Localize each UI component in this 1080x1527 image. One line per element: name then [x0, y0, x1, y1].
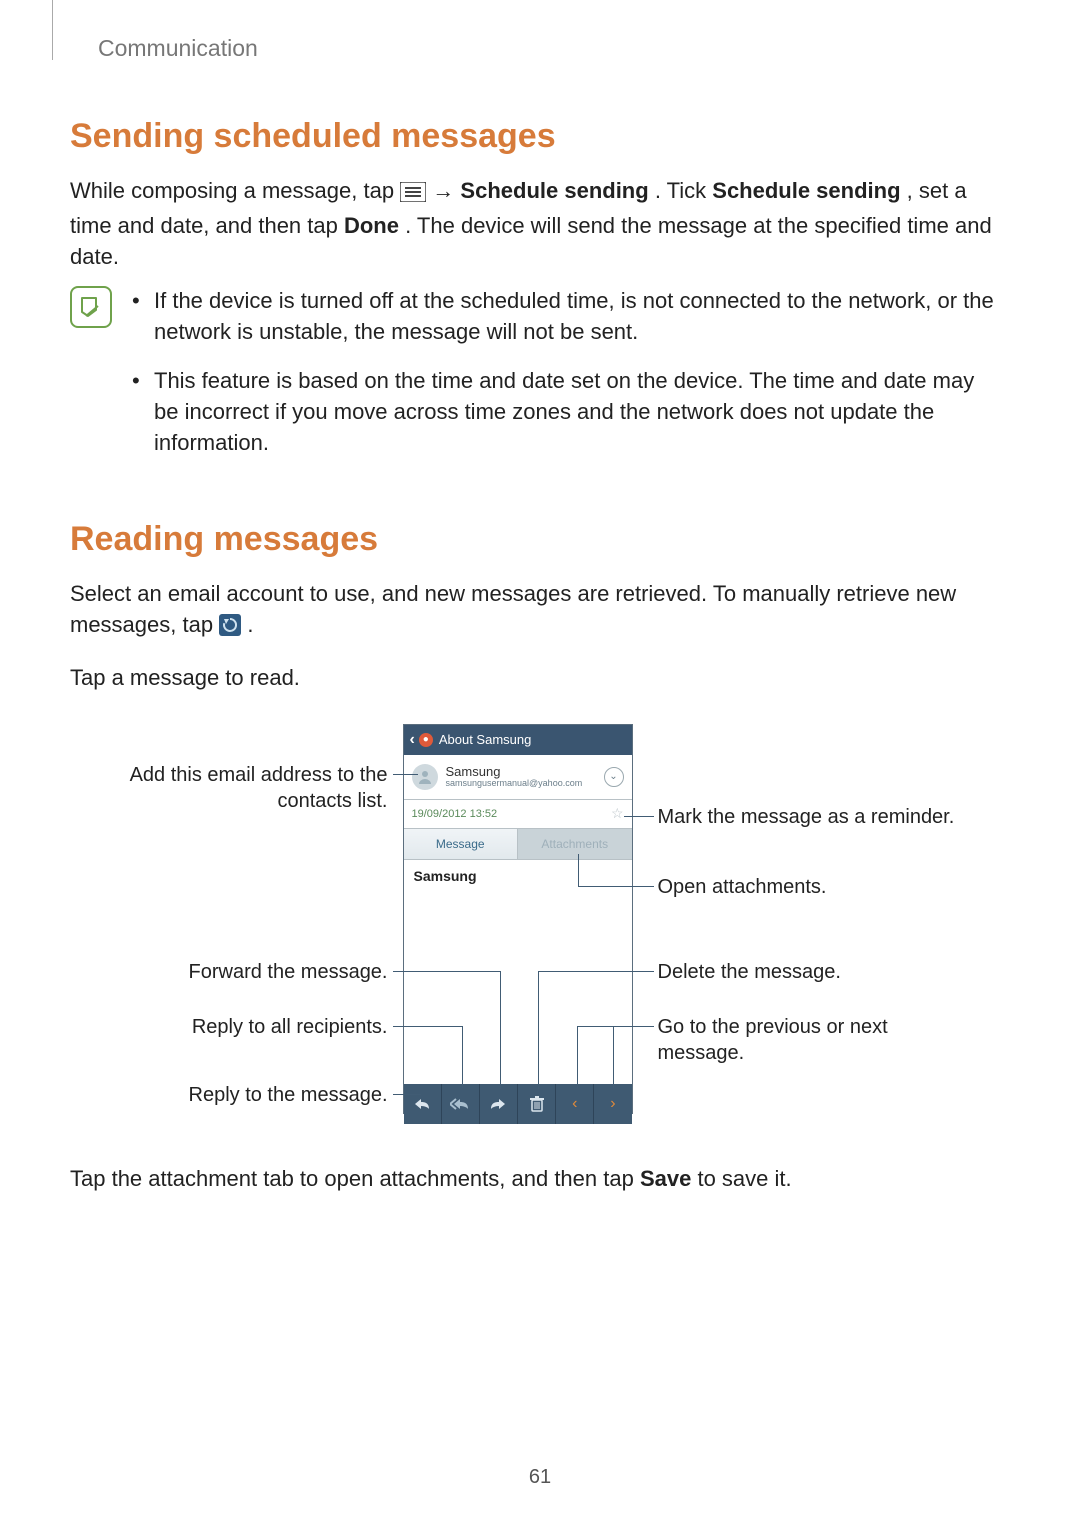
tabs: Message Attachments: [404, 829, 632, 860]
menu-icon: [400, 180, 426, 211]
callout-reply: Reply to the message.: [103, 1082, 388, 1108]
schedule-mid1: . Tick: [655, 178, 712, 203]
reading-paragraph-2: Tap a message to read.: [70, 663, 995, 694]
save-bold: Save: [640, 1166, 691, 1191]
section-label: Communication: [98, 35, 995, 62]
reading-p1-post: .: [247, 612, 253, 637]
header-margin-line: [52, 0, 53, 60]
tab-attachments[interactable]: Attachments: [518, 829, 632, 859]
done-bold: Done: [344, 213, 399, 238]
heading-sending-scheduled: Sending scheduled messages: [70, 117, 995, 156]
note-icon: [70, 286, 112, 328]
reply-all-button[interactable]: [441, 1084, 479, 1124]
star-icon[interactable]: ☆: [611, 805, 624, 822]
message-subject: Samsung: [414, 868, 477, 884]
note-item-1: If the device is turned off at the sched…: [132, 286, 995, 348]
attachment-paragraph: Tap the attachment tab to open attachmen…: [70, 1164, 995, 1195]
schedule-sending-bold2: Schedule sending: [712, 178, 900, 203]
reply-button[interactable]: [404, 1084, 441, 1124]
callout-open-attachments: Open attachments.: [658, 874, 918, 900]
app-logo-icon: ●: [419, 733, 433, 747]
arrow-text: →: [432, 178, 460, 203]
avatar-icon: [412, 764, 438, 790]
callout-reply-all: Reply to all recipients.: [103, 1014, 388, 1040]
reading-paragraph-1: Select an email account to use, and new …: [70, 579, 995, 645]
forward-button[interactable]: [479, 1084, 517, 1124]
schedule-sending-bold1: Schedule sending: [460, 178, 648, 203]
app-title: About Samsung: [439, 732, 532, 747]
email-app-figure: ‹ ● About Samsung Samsung samsunguserman…: [103, 724, 963, 1124]
heading-reading-messages: Reading messages: [70, 520, 995, 559]
back-icon[interactable]: ‹: [410, 731, 415, 749]
attach-para-post: to save it.: [697, 1166, 791, 1191]
callout-add-contact: Add this email address to the contacts l…: [103, 762, 388, 814]
callout-delete: Delete the message.: [658, 959, 918, 985]
bottom-toolbar: ‹ ›: [404, 1084, 632, 1124]
app-header: ‹ ● About Samsung: [404, 725, 632, 755]
date-bar: 19/09/2012 13:52 ☆: [404, 800, 632, 829]
reading-p1-pre: Select an email account to use, and new …: [70, 581, 956, 637]
message-date: 19/09/2012 13:52: [412, 808, 498, 820]
prev-button[interactable]: ‹: [555, 1084, 593, 1124]
schedule-paragraph: While composing a message, tap → Schedul…: [70, 176, 995, 272]
next-button[interactable]: ›: [593, 1084, 631, 1124]
sender-bar[interactable]: Samsung samsungusermanual@yahoo.com ⌄: [404, 755, 632, 800]
attach-para-pre: Tap the attachment tab to open attachmen…: [70, 1166, 640, 1191]
callout-prev-next: Go to the previous or next message.: [658, 1014, 918, 1066]
note-item-2: This feature is based on the time and da…: [132, 366, 995, 458]
delete-button[interactable]: [517, 1084, 555, 1124]
tab-message[interactable]: Message: [404, 829, 519, 859]
expand-icon[interactable]: ⌄: [604, 767, 624, 787]
sender-email: samsungusermanual@yahoo.com: [446, 779, 583, 789]
refresh-icon: [219, 614, 241, 645]
callout-forward: Forward the message.: [103, 959, 388, 985]
phone-mock: ‹ ● About Samsung Samsung samsunguserman…: [403, 724, 633, 1114]
schedule-text-pre: While composing a message, tap: [70, 178, 400, 203]
note-block: If the device is turned off at the sched…: [70, 286, 995, 476]
callout-mark-reminder: Mark the message as a reminder.: [658, 804, 958, 830]
page-number: 61: [0, 1466, 1080, 1489]
sender-name: Samsung: [446, 765, 583, 779]
